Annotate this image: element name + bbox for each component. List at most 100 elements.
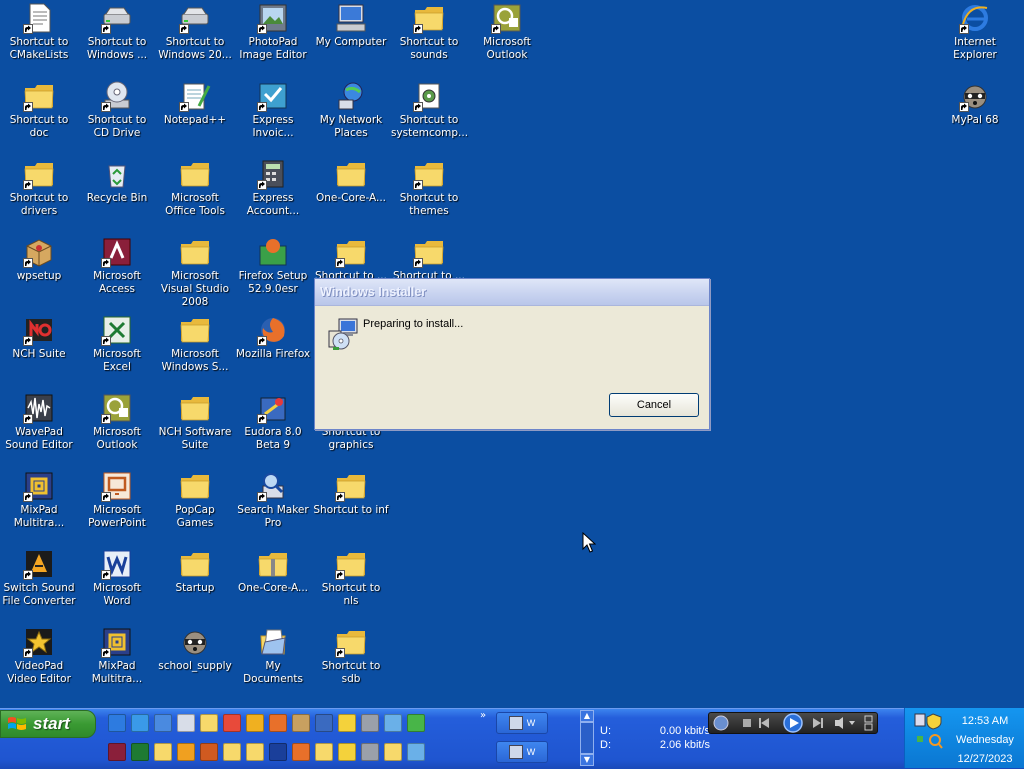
paint-icon[interactable]	[407, 743, 425, 761]
desktop-icon-search-maker-pro[interactable]: Search Maker Pro	[234, 470, 312, 530]
security-shield-icon[interactable]	[926, 713, 942, 730]
excel-icon[interactable]	[131, 743, 149, 761]
restore-icon-2[interactable]	[864, 723, 873, 731]
network-icon[interactable]	[154, 714, 172, 732]
firefox-icon[interactable]	[292, 743, 310, 761]
restore-icon[interactable]	[864, 715, 873, 723]
desktop-icon-popcap-games[interactable]: PopCap Games	[156, 470, 234, 530]
volume-dropdown-icon[interactable]	[849, 721, 855, 725]
desktop-icon-shortcut-to-cmakelists[interactable]: Shortcut to CMakeLists	[0, 2, 78, 62]
desktop-icon-shortcut-to[interactable]: Shortcut to ...	[312, 236, 390, 283]
access-icon[interactable]	[108, 743, 126, 761]
desktop-icon-shortcut-to-sounds[interactable]: Shortcut to sounds	[390, 2, 468, 62]
chrome-icon[interactable]	[223, 714, 241, 732]
desktop-icon-shortcut-to-drivers[interactable]: Shortcut to drivers	[0, 158, 78, 218]
outlook-express-icon[interactable]	[131, 714, 149, 732]
scroll-down-icon[interactable]: ▼	[580, 754, 594, 766]
desktop-icon-express-account[interactable]: Express Account...	[234, 158, 312, 218]
desktop-icon-shortcut-to-windows[interactable]: Shortcut to Windows ...	[78, 2, 156, 62]
calculator-tray-icon[interactable]	[914, 713, 926, 727]
desktop-icon-one-core-a[interactable]: One-Core-A...	[312, 158, 390, 205]
stop-icon[interactable]	[743, 719, 751, 727]
network-tray-icon[interactable]	[917, 736, 923, 742]
word-icon[interactable]	[269, 743, 287, 761]
folder-icon[interactable]	[154, 743, 172, 761]
desktop-icon-mypal-68[interactable]: MyPal 68	[936, 80, 1014, 127]
folder-icon[interactable]	[384, 743, 402, 761]
desktop-icon-startup[interactable]: Startup	[156, 548, 234, 595]
desktop-icon-microsoft-word[interactable]: Microsoft Word	[78, 548, 156, 608]
powerpoint-icon[interactable]	[200, 743, 218, 761]
clock[interactable]: 12:53 AM Wednesday 12/27/2023	[945, 712, 1024, 769]
desktop-icon-label: Notepad++	[163, 114, 227, 126]
desktop-icon-my-documents[interactable]: My Documents	[234, 626, 312, 686]
taskbar-scroll[interactable]: ▲ ▼	[580, 710, 594, 766]
ie-icon[interactable]	[108, 714, 126, 732]
desktop-icon-eudora-8-0-beta-9[interactable]: Eudora 8.0 Beta 9	[234, 392, 312, 452]
scroll-up-icon[interactable]: ▲	[580, 710, 594, 722]
desktop-icon-shortcut-to-windows-20[interactable]: Shortcut to Windows 20...	[156, 2, 234, 62]
desktop-icon-microsoft-visual-studio-2008[interactable]: Microsoft Visual Studio 2008	[156, 236, 234, 309]
folder-icon[interactable]	[223, 743, 241, 761]
desktop-icon-photopad-image-editor[interactable]: PhotoPad Image Editor	[234, 2, 312, 62]
desktop-icon-microsoft-office-tools[interactable]: Microsoft Office Tools	[156, 158, 234, 218]
windows-icon[interactable]	[246, 714, 264, 732]
volume-icon[interactable]	[835, 717, 843, 729]
desktop-icon-my-network-places[interactable]: My Network Places	[312, 80, 390, 140]
desktop-icon-express-invoic[interactable]: Express Invoic...	[234, 80, 312, 140]
desktop-icon-wavepad-sound-editor[interactable]: WavePad Sound Editor	[0, 392, 78, 452]
tool-icon[interactable]	[292, 714, 310, 732]
desktop-icon-internet-explorer[interactable]: Internet Explorer	[936, 2, 1014, 62]
quick-launch-more-chevron[interactable]: »	[480, 710, 486, 721]
desktop-icon-microsoft-windows-s[interactable]: Microsoft Windows S...	[156, 314, 234, 374]
desktop-icon-wpsetup[interactable]: wpsetup	[0, 236, 78, 283]
next-icon[interactable]	[813, 718, 823, 728]
desktop-icon-school-supply[interactable]: school_supply	[156, 626, 234, 673]
desktop-icon[interactable]	[177, 714, 195, 732]
outlook-icon[interactable]	[177, 743, 195, 761]
dialog-title-bar[interactable]: Windows Installer	[315, 279, 709, 306]
start-button[interactable]: start	[0, 710, 96, 738]
media-icon[interactable]	[315, 714, 333, 732]
previous-icon[interactable]	[759, 718, 769, 728]
folder-icon[interactable]	[246, 743, 264, 761]
desktop-icon-shortcut-to-nls[interactable]: Shortcut to nls	[312, 548, 390, 608]
desktop-icon-mixpad-multitra[interactable]: MixPad Multitra...	[0, 470, 78, 530]
task-button-2[interactable]: W	[496, 741, 548, 763]
desktop-icon-shortcut-to-doc[interactable]: Shortcut to doc	[0, 80, 78, 140]
notepad-icon[interactable]	[338, 743, 356, 761]
folder-icon[interactable]	[200, 714, 218, 732]
desktop-icon-videopad-video-editor[interactable]: VideoPad Video Editor	[0, 626, 78, 686]
desktop-icon-shortcut-to[interactable]: Shortcut to ...	[390, 236, 468, 283]
paint-icon[interactable]	[384, 714, 402, 732]
desktop-icon-notepad[interactable]: Notepad++	[156, 80, 234, 127]
desktop-icon-switch-sound-file-converter[interactable]: Switch Sound File Converter	[0, 548, 78, 608]
calculator-icon[interactable]	[361, 743, 379, 761]
desktop-icon-microsoft-access[interactable]: Microsoft Access	[78, 236, 156, 296]
cancel-button[interactable]: Cancel	[609, 393, 699, 417]
desktop-icon-microsoft-outlook[interactable]: Microsoft Outlook	[468, 2, 546, 62]
desktop-icon-mixpad-multitra[interactable]: MixPad Multitra...	[78, 626, 156, 686]
firefox-icon[interactable]	[269, 714, 287, 732]
desktop-icon-my-computer[interactable]: My Computer	[312, 2, 390, 49]
desktop-icon-microsoft-powerpoint[interactable]: Microsoft PowerPoint	[78, 470, 156, 530]
desktop-icon-microsoft-excel[interactable]: Microsoft Excel	[78, 314, 156, 374]
desktop-icon-microsoft-outlook[interactable]: Microsoft Outlook	[78, 392, 156, 452]
desktop-icon-shortcut-to-sdb[interactable]: Shortcut to sdb	[312, 626, 390, 686]
desktop-icon-recycle-bin[interactable]: Recycle Bin	[78, 158, 156, 205]
desktop-icon-shortcut-to-inf[interactable]: Shortcut to inf	[312, 470, 390, 517]
folder-icon[interactable]	[315, 743, 333, 761]
desktop-icon-mozilla-firefox[interactable]: Mozilla Firefox	[234, 314, 312, 361]
mini-mode-icon[interactable]	[713, 715, 729, 731]
desktop-icon-firefox-setup-52-9-0esr[interactable]: Firefox Setup 52.9.0esr	[234, 236, 312, 296]
desktop-icon-shortcut-to-themes[interactable]: Shortcut to themes	[390, 158, 468, 218]
desktop-icon-shortcut-to-systemcomp[interactable]: Shortcut to systemcomp...	[390, 80, 468, 140]
notepad-icon[interactable]	[338, 714, 356, 732]
photo-icon[interactable]	[407, 714, 425, 732]
task-button-1[interactable]: W	[496, 712, 548, 734]
desktop-icon-nch-suite[interactable]: NCH Suite	[0, 314, 78, 361]
calculator-icon[interactable]	[361, 714, 379, 732]
desktop-icon-nch-software-suite[interactable]: NCH Software Suite	[156, 392, 234, 452]
desktop-icon-one-core-a[interactable]: One-Core-A...	[234, 548, 312, 595]
desktop-icon-shortcut-to-cd-drive[interactable]: Shortcut to CD Drive	[78, 80, 156, 140]
